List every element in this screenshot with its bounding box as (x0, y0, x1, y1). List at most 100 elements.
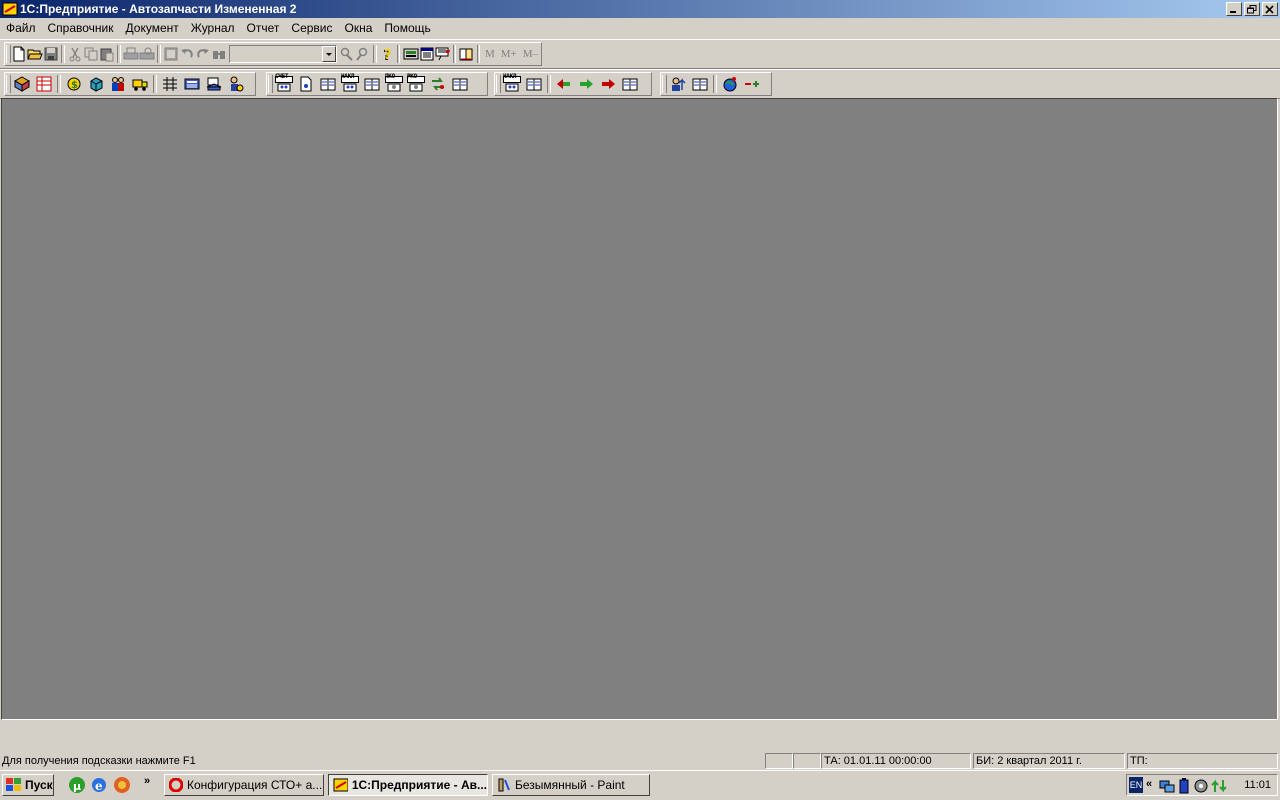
svg-text:?: ? (384, 48, 392, 62)
warehouse-cube-icon[interactable] (85, 73, 107, 95)
task-1c[interactable]: 1С:Предприятие - Ав... (328, 774, 488, 796)
properties-icon[interactable] (163, 43, 179, 65)
invoice-doc-icon[interactable]: СЧЕТ (273, 73, 295, 95)
arrow-right-green-icon[interactable] (575, 73, 597, 95)
combo-dropdown-icon[interactable] (322, 46, 337, 62)
copy-icon[interactable] (83, 43, 99, 65)
print-icon[interactable] (123, 43, 139, 65)
contractors-people-icon[interactable] (107, 73, 129, 95)
book-icon[interactable] (458, 43, 474, 65)
status-tp: ТП: (1127, 753, 1278, 769)
catalog-box-icon[interactable] (11, 73, 33, 95)
taskbar: Пуск µ e » Конфигурация СТО+ а... 1С:Пре… (0, 770, 1280, 800)
tray-chevron[interactable]: « (1146, 778, 1152, 790)
new-file-icon[interactable] (11, 43, 27, 65)
menu-windows[interactable]: Окна (339, 18, 379, 38)
title-bar[interactable]: 1С:Предприятие - Автозапчасти Измененная… (0, 0, 1280, 18)
start-button[interactable]: Пуск (2, 774, 54, 796)
delivery-truck-icon[interactable] (129, 73, 151, 95)
cash-receipt-doc-icon[interactable]: ПКО (383, 73, 405, 95)
help-question-icon[interactable]: ?? (379, 43, 395, 65)
cash-outflow-doc-icon[interactable]: РКО (405, 73, 427, 95)
language-indicator[interactable]: EN (1129, 777, 1143, 793)
mdi-workspace[interactable] (1, 98, 1278, 720)
print-preview-icon[interactable] (139, 43, 155, 65)
find-next-icon[interactable] (339, 43, 355, 65)
journal-book-icon[interactable] (317, 73, 339, 95)
grid-table-icon[interactable] (159, 73, 181, 95)
bank-icon[interactable] (203, 73, 225, 95)
memory-m-button[interactable]: M (482, 48, 498, 60)
status-panel-empty-2 (793, 753, 821, 769)
paste-icon[interactable] (99, 43, 115, 65)
battery-icon[interactable] (1178, 778, 1190, 797)
quicklaunch-chevron[interactable]: » (144, 775, 150, 787)
close-button[interactable] (1262, 2, 1278, 16)
start-label: Пуск (25, 778, 53, 792)
waybill-doc-icon-2[interactable]: НАКЛ (501, 73, 523, 95)
employee-hand-icon[interactable] (225, 73, 247, 95)
memory-minus-button[interactable]: M– (520, 48, 541, 60)
app-1c-task-icon (333, 778, 348, 792)
undo-icon[interactable] (179, 43, 195, 65)
exchange-arrows-icon[interactable] (427, 73, 449, 95)
calendar-icon[interactable] (419, 43, 435, 65)
windows-logo-icon (6, 778, 21, 791)
task-opera[interactable]: Конфигурация СТО+ а... (164, 774, 324, 796)
documents-toolbar: СЧЕТ НАКЛ ПКО РКО (266, 72, 488, 96)
find-prev-icon[interactable] (355, 43, 371, 65)
message-flag-icon[interactable] (435, 43, 451, 65)
journal-book-icon-4[interactable] (523, 73, 545, 95)
arrow-left-green-icon[interactable] (553, 73, 575, 95)
table-list-icon[interactable] (33, 73, 55, 95)
menu-report[interactable]: Отчет (241, 18, 286, 38)
redo-icon[interactable] (195, 43, 211, 65)
journal-book-icon-2[interactable] (361, 73, 383, 95)
reference-toolbar: $ (4, 72, 256, 96)
find-binoculars-icon[interactable] (211, 43, 227, 65)
restore-button[interactable] (1244, 2, 1260, 16)
toolbar-row-2: $ СЧЕТ НАКЛ ПКО РКО НАКЛ (0, 69, 1280, 99)
internet-explorer-icon[interactable]: e (90, 776, 108, 794)
save-icon[interactable] (43, 43, 59, 65)
network-icon[interactable] (1159, 778, 1175, 797)
cash-register-icon[interactable] (181, 73, 203, 95)
status-bi: БИ: 2 квартал 2011 г. (973, 753, 1125, 769)
clock[interactable]: 11:01 (1244, 779, 1271, 791)
journal-book-icon-6[interactable] (689, 73, 711, 95)
task-paint[interactable]: Безымянный - Paint (492, 774, 650, 796)
menu-document[interactable]: Документ (120, 18, 185, 38)
waybill-doc-label: НАКЛ (341, 73, 355, 80)
memory-plus-button[interactable]: M+ (498, 48, 520, 60)
menu-help[interactable]: Помощь (378, 18, 436, 38)
firefox-icon[interactable] (113, 776, 131, 794)
arrow-right-red-icon[interactable] (597, 73, 619, 95)
system-tray: EN « 11:01 (1126, 774, 1278, 796)
open-folder-icon[interactable] (27, 43, 43, 65)
journal-book-icon-3[interactable] (449, 73, 471, 95)
task-1c-label: 1С:Предприятие - Ав... (351, 778, 487, 792)
volume-icon[interactable] (1193, 778, 1209, 797)
calculator-icon[interactable] (402, 43, 418, 65)
menu-journal[interactable]: Журнал (185, 18, 241, 38)
waybill-doc-label-2: НАКЛ (503, 73, 517, 80)
menu-reference[interactable]: Справочник (42, 18, 120, 38)
service-toolbar (660, 72, 772, 96)
update-arrows-icon[interactable] (1211, 778, 1227, 797)
task-paint-label: Безымянный - Paint (515, 778, 625, 792)
menu-file[interactable]: Файл (0, 18, 42, 38)
utorrent-icon[interactable]: µ (68, 776, 86, 794)
status-ta: ТА: 01.01.11 00:00:00 (821, 753, 971, 769)
globe-icon[interactable] (719, 73, 741, 95)
person-upload-icon[interactable] (667, 73, 689, 95)
menu-service[interactable]: Сервис (285, 18, 338, 38)
document-blank-icon[interactable] (295, 73, 317, 95)
minimize-button[interactable] (1226, 2, 1242, 16)
journal-book-icon-5[interactable] (619, 73, 641, 95)
search-combo[interactable] (229, 45, 338, 63)
minus-plus-icon[interactable] (741, 73, 763, 95)
cut-icon[interactable] (67, 43, 83, 65)
waybill-doc-icon[interactable]: НАКЛ (339, 73, 361, 95)
opera-icon (169, 778, 183, 792)
currency-coin-icon[interactable]: $ (63, 73, 85, 95)
